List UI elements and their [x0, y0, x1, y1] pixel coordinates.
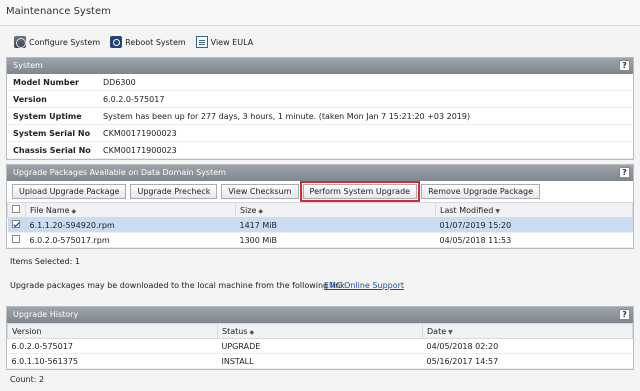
file-name-cell: 6.1.1.20-594920.rpm — [25, 217, 236, 233]
system-row-uptime: System Uptime System has been up for 277… — [7, 108, 633, 125]
size-header: Size — [240, 205, 257, 215]
help-icon[interactable]: ? — [619, 60, 630, 71]
system-row-version: Version 6.0.2.0-575017 — [7, 91, 633, 108]
column-file-name[interactable]: File Name ◆ — [25, 202, 236, 218]
column-version[interactable]: Version — [7, 323, 218, 339]
row-checkbox-cell[interactable] — [7, 217, 26, 233]
help-icon[interactable]: ? — [619, 309, 630, 320]
select-all-checkbox[interactable] — [12, 205, 20, 213]
sort-icon: ◆ — [258, 207, 264, 215]
last-modified-cell: 04/05/2018 11:53 — [435, 232, 633, 248]
upgrade-history-panel: Upgrade History ? Version Status ◆ Date ▼ … — [6, 306, 634, 370]
download-note: Upgrade packages may be downloaded to th… — [10, 281, 348, 290]
sort-desc-icon: ▼ — [495, 207, 500, 215]
system-row-chassis: Chassis Serial No CKM00171900023 — [7, 142, 633, 159]
chassis-value: CKM00171900023 — [103, 145, 177, 155]
version-header: Version — [12, 326, 42, 336]
system-panel-header: System ? — [7, 58, 633, 74]
column-size[interactable]: Size ◆ — [235, 202, 436, 218]
select-all-cell[interactable] — [7, 202, 26, 218]
upgrade-panel-title: Upgrade Packages Available on Data Domai… — [13, 168, 226, 177]
column-status[interactable]: Status ◆ — [217, 323, 423, 339]
items-selected-text: Items Selected: 1 — [10, 257, 80, 266]
uptime-label: System Uptime — [13, 111, 82, 121]
version-label: Version — [13, 94, 47, 104]
history-panel-header: Upgrade History ? — [7, 307, 633, 323]
file-name-cell: 6.0.2.0-575017.rpm — [25, 232, 236, 248]
serial-value: CKM00171900023 — [103, 128, 177, 138]
row-checkbox-cell[interactable] — [7, 232, 26, 248]
chassis-label: Chassis Serial No — [13, 145, 91, 155]
model-value: DD6300 — [103, 77, 136, 87]
upload-upgrade-package-button[interactable]: Upload Upgrade Package — [12, 184, 127, 199]
configure-label: Configure System — [29, 37, 101, 47]
status-header: Status — [222, 326, 248, 336]
sort-icon: ◆ — [249, 328, 255, 336]
system-row-model: Model Number DD6300 — [7, 74, 633, 91]
history-count: Count: 2 — [10, 375, 45, 384]
row-checkbox[interactable] — [11, 235, 20, 243]
row-checkbox[interactable] — [11, 220, 20, 228]
sort-icon: ◆ — [71, 207, 77, 215]
uptime-value: System has been up for 277 days, 3 hours… — [103, 111, 471, 121]
toolbar: Configure System Reboot System View EULA — [14, 36, 253, 48]
system-panel-title: System — [13, 61, 43, 70]
system-row-serial: System Serial No CKM00171900023 — [7, 125, 633, 142]
table-header-row: Version Status ◆ Date ▼ — [7, 323, 633, 339]
date-header: Date — [427, 326, 447, 336]
reboot-system-button[interactable]: Reboot System — [110, 36, 186, 48]
size-cell: 1417 MiB — [235, 217, 436, 233]
column-last-modified[interactable]: Last Modified ▼ — [435, 202, 633, 218]
serial-label: System Serial No — [13, 128, 91, 138]
status-cell: INSTALL — [217, 353, 423, 369]
upgrade-button-row: Upload Upgrade Package Upgrade Precheck … — [7, 181, 633, 202]
table-row[interactable]: 6.1.1.20-594920.rpm 1417 MiB 01/07/2019 … — [7, 217, 633, 233]
upgrade-precheck-button[interactable]: Upgrade Precheck — [130, 184, 218, 199]
version-value: 6.0.2.0-575017 — [103, 94, 165, 104]
system-panel: System ? Model Number DD6300 Version 6.0… — [6, 57, 634, 160]
document-icon — [195, 36, 208, 48]
eula-label: View EULA — [210, 37, 254, 47]
history-panel-title: Upgrade History — [13, 310, 79, 319]
table-row[interactable]: 6.0.1.10-561375 INSTALL 05/16/2017 14:57 — [7, 353, 633, 369]
column-date[interactable]: Date ▼ — [422, 323, 633, 339]
last-modified-header: Last Modified — [440, 205, 494, 215]
file-name-header: File Name — [30, 205, 70, 215]
upgrade-panel-header: Upgrade Packages Available on Data Domai… — [7, 165, 633, 181]
configure-icon — [14, 36, 26, 48]
date-cell: 04/05/2018 02:20 — [422, 338, 633, 354]
remove-upgrade-package-button[interactable]: Remove Upgrade Package — [421, 184, 540, 199]
help-icon[interactable]: ? — [619, 167, 630, 178]
window-title: Maintenance System — [0, 0, 640, 26]
upgrade-packages-table: File Name ◆ Size ◆ Last Modified ▼ 6.1.1.20… — [7, 202, 633, 248]
date-cell: 05/16/2017 14:57 — [422, 353, 633, 369]
upgrade-history-table: Version Status ◆ Date ▼ 6.0.2.0-575017 UPG… — [7, 323, 633, 369]
version-cell: 6.0.1.10-561375 — [7, 353, 218, 369]
table-row[interactable]: 6.0.2.0-575017 UPGRADE 04/05/2018 02:20 — [7, 338, 633, 354]
upgrade-packages-panel: Upgrade Packages Available on Data Domai… — [6, 164, 634, 249]
status-cell: UPGRADE — [217, 338, 423, 354]
reboot-label: Reboot System — [125, 37, 186, 47]
model-label: Model Number — [13, 77, 79, 87]
table-row[interactable]: 6.0.2.0-575017.rpm 1300 MiB 04/05/2018 1… — [7, 232, 633, 248]
configure-system-button[interactable]: Configure System — [14, 36, 100, 48]
sort-desc-icon: ▼ — [448, 328, 453, 336]
reboot-icon — [110, 36, 123, 48]
table-header-row: File Name ◆ Size ◆ Last Modified ▼ — [7, 202, 633, 218]
view-checksum-button[interactable]: View Checksum — [221, 184, 299, 199]
last-modified-cell: 01/07/2019 15:20 — [435, 217, 633, 233]
perform-system-upgrade-button[interactable]: Perform System Upgrade — [299, 181, 421, 202]
view-eula-button[interactable]: View EULA — [195, 36, 254, 48]
emc-online-support-link[interactable]: EMC Online Support — [324, 281, 404, 290]
size-cell: 1300 MiB — [235, 232, 436, 248]
version-cell: 6.0.2.0-575017 — [7, 338, 218, 354]
